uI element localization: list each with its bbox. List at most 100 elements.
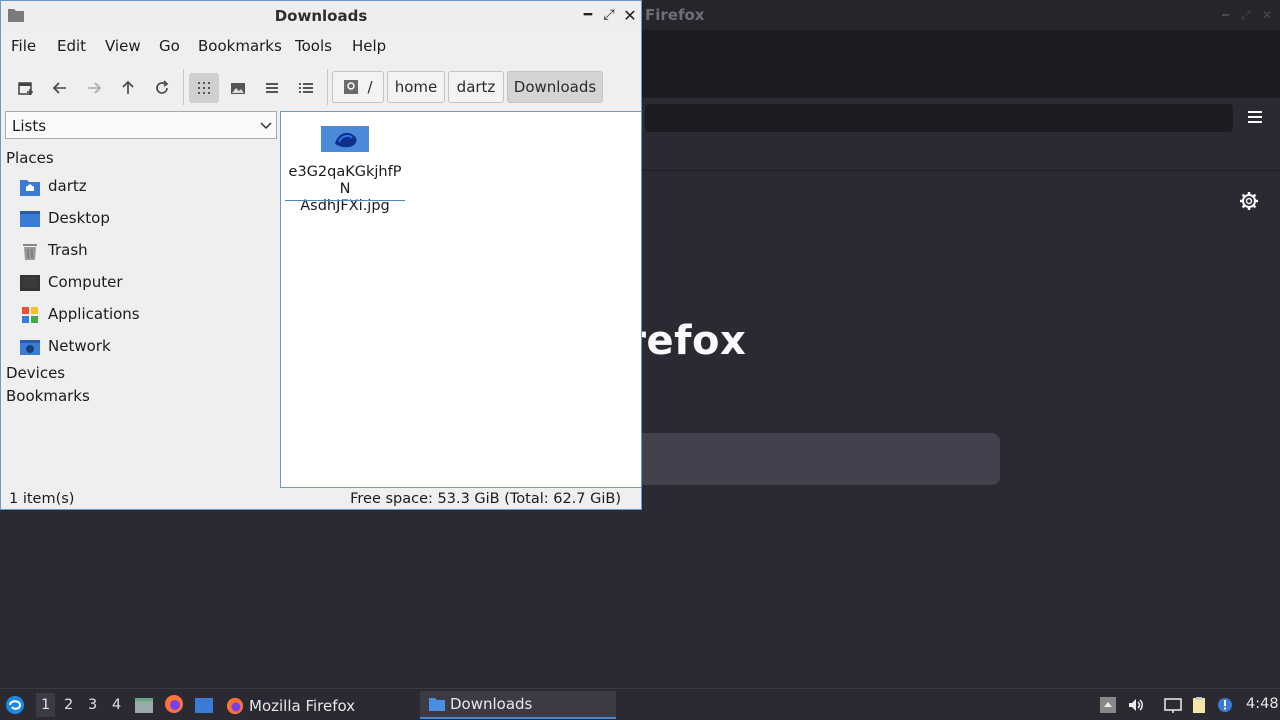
close-icon[interactable]: ✕ [1262, 8, 1272, 22]
icon-view-icon [198, 82, 210, 94]
back-icon [52, 82, 66, 94]
breadcrumb-downloads[interactable]: Downloads [507, 71, 603, 103]
menu-help[interactable]: Help [352, 37, 386, 55]
menu-tools[interactable]: Tools [295, 37, 332, 55]
back-button[interactable] [45, 73, 75, 103]
places-heading[interactable]: Places [6, 149, 54, 167]
sidebar-mode-select[interactable]: Lists [5, 111, 277, 139]
sidebar-item-trash[interactable]: Trash [17, 237, 267, 265]
menu-go[interactable]: Go [159, 37, 180, 55]
sidebar-item-applications[interactable]: Applications [17, 301, 267, 329]
new-tab-button[interactable] [11, 73, 41, 103]
firefox-search-box[interactable] [600, 433, 1000, 485]
breadcrumb-label: Downloads [513, 78, 597, 96]
hamburger-menu-icon[interactable] [1246, 110, 1264, 124]
up-button[interactable] [113, 73, 143, 103]
file-item[interactable]: e3G2qaKGkjhfPN AsdhJFXi.jpg [285, 124, 405, 214]
gear-icon[interactable] [1238, 190, 1260, 212]
workspace-3[interactable]: 3 [88, 697, 97, 713]
detailed-list-view-icon [299, 83, 313, 93]
breadcrumb-root[interactable]: / [332, 71, 384, 103]
clipboard-icon[interactable] [1190, 696, 1208, 714]
maximize-icon[interactable]: ⤢ [600, 6, 618, 24]
reload-button[interactable] [147, 73, 177, 103]
taskbar-app-firefox[interactable]: Mozilla Firefox [226, 693, 355, 719]
network-status-icon[interactable] [1164, 696, 1182, 714]
taskbar-app-downloads[interactable]: Downloads [420, 691, 616, 719]
clock[interactable]: 4:48 [1246, 696, 1279, 712]
sidebar-item-dartz[interactable]: dartz [17, 173, 267, 201]
maximize-icon[interactable]: ⤢ [1241, 8, 1251, 23]
window-titlebar[interactable]: Downloads ━ ⤢ ✕ [1, 1, 641, 30]
taskbar-app-label: Mozilla Firefox [249, 697, 356, 715]
menu-file[interactable]: File [11, 37, 36, 55]
new-tab-icon [18, 82, 33, 95]
up-icon [122, 80, 134, 94]
tray-arrow-icon[interactable] [1099, 696, 1117, 714]
file-view[interactable]: e3G2qaKGkjhfPN AsdhJFXi.jpg [280, 111, 642, 488]
file-name-line: e3G2qaKGkjhfPN [288, 164, 402, 197]
drive-icon [344, 80, 359, 94]
desktop-icon [20, 211, 40, 227]
network-icon [20, 340, 40, 355]
thumbnail-view-button[interactable] [223, 73, 253, 103]
start-menu-icon[interactable] [5, 695, 25, 715]
workspace-1[interactable]: 1 [36, 693, 56, 717]
bookmarks-heading[interactable]: Bookmarks [6, 387, 90, 405]
menu-bar: File Edit View Go Bookmarks Tools Help [1, 31, 641, 59]
workspace-2[interactable]: 2 [64, 697, 73, 713]
applications-icon [22, 307, 38, 323]
firefox-launcher-icon[interactable] [164, 694, 184, 714]
computer-icon [20, 275, 40, 291]
sidebar-item-label: Trash [48, 241, 88, 259]
sidebar-item-label: dartz [48, 177, 87, 195]
icon-view-button[interactable] [189, 73, 219, 103]
notification-icon[interactable] [1216, 696, 1234, 714]
volume-icon[interactable] [1127, 696, 1145, 714]
close-icon[interactable]: ✕ [621, 6, 639, 25]
forward-button[interactable] [79, 73, 109, 103]
trash-icon [23, 244, 37, 260]
compact-view-icon [266, 83, 278, 93]
sidebar-item-computer[interactable]: Computer [17, 269, 267, 297]
toolbar-separator [183, 69, 184, 105]
free-space: Free space: 53.3 GiB (Total: 62.7 GiB) [350, 491, 621, 507]
breadcrumb-label: dartz [456, 78, 496, 96]
sidebar-item-network[interactable]: Network [17, 333, 267, 361]
file-manager-launcher-icon[interactable] [134, 695, 154, 715]
folder-icon [429, 698, 445, 711]
devices-heading[interactable]: Devices [6, 364, 65, 382]
forward-icon [88, 82, 102, 94]
sidebar-item-desktop[interactable]: Desktop [17, 205, 267, 233]
firefox-icon [226, 697, 244, 715]
sidebar-item-label: Applications [48, 305, 140, 323]
workspace-4[interactable]: 4 [112, 697, 121, 713]
breadcrumb-dartz[interactable]: dartz [448, 71, 504, 103]
sidebar-item-label: Computer [48, 273, 123, 291]
reload-icon [156, 80, 169, 94]
minimize-icon[interactable]: ━ [579, 6, 597, 24]
image-thumbnail [321, 126, 369, 152]
desktop-launcher-icon[interactable] [194, 695, 214, 715]
thumbnail-view-icon [231, 83, 245, 94]
menu-bookmarks[interactable]: Bookmarks [198, 37, 282, 55]
breadcrumb-home[interactable]: home [387, 71, 445, 103]
detailed-list-view-button[interactable] [291, 73, 321, 103]
breadcrumb-root-label: / [367, 78, 373, 96]
sidebar-item-label: Network [48, 337, 111, 355]
toolbar-separator [327, 69, 328, 105]
minimize-icon[interactable]: ━ [1222, 8, 1229, 22]
firefox-url-bar[interactable] [645, 104, 1233, 132]
chevron-down-icon [260, 122, 272, 130]
file-name: e3G2qaKGkjhfPN AsdhJFXi.jpg [285, 164, 405, 215]
home-folder-icon [20, 180, 40, 196]
item-count: 1 item(s) [9, 491, 75, 507]
status-bar: 1 item(s) Free space: 53.3 GiB (Total: 6… [1, 489, 641, 509]
sidebar-mode-value: Lists [12, 117, 47, 135]
menu-view[interactable]: View [105, 37, 141, 55]
menu-edit[interactable]: Edit [57, 37, 86, 55]
selection-underline [285, 200, 405, 201]
firefox-title: Firefox [645, 6, 705, 24]
window-title: Downloads [274, 7, 368, 25]
compact-view-button[interactable] [257, 73, 287, 103]
